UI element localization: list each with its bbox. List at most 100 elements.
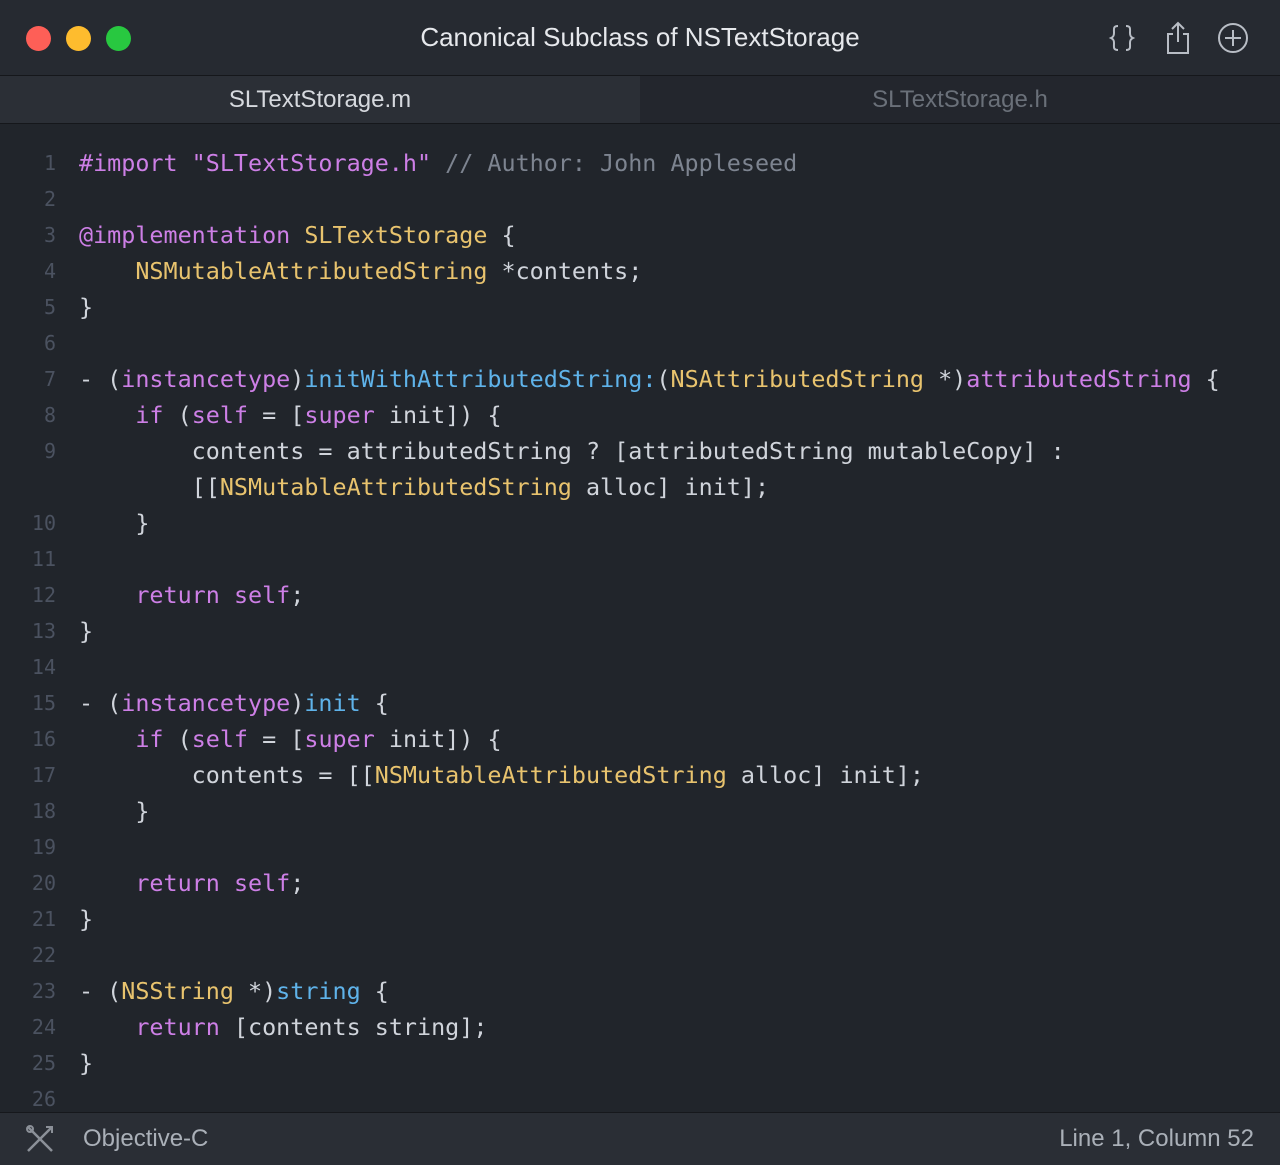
code-token: contents = [[: [79, 761, 375, 789]
code-token: instancetype: [121, 689, 291, 717]
code-token: SLTextStorage: [304, 221, 488, 249]
code-line: 19: [0, 829, 1280, 865]
code-token: NSAttributedString: [670, 365, 924, 393]
code-token: (: [163, 725, 192, 753]
language-selector[interactable]: Objective-C: [83, 1125, 208, 1153]
code-editor[interactable]: 1 #import "SLTextStorage.h" // Author: Jo…: [0, 124, 1280, 1112]
code-token: *): [923, 365, 967, 393]
window-title: Canonical Subclass of NSTextStorage: [420, 22, 860, 52]
code-token: init]) {: [374, 725, 502, 753]
line-number: 4: [43, 259, 56, 283]
code-token: = [: [248, 401, 305, 429]
code-line: 26: [0, 1081, 1280, 1112]
tools-icon[interactable]: [24, 1123, 56, 1155]
line-number: 9: [43, 439, 56, 463]
code-token: - (: [79, 365, 122, 393]
code-line: 18 }: [0, 793, 1280, 829]
line-number: 12: [31, 583, 56, 607]
code-token: instancetype: [121, 365, 291, 393]
code-token: }: [79, 797, 150, 825]
code-line: 6: [0, 325, 1280, 361]
code-token: {: [1191, 365, 1220, 393]
code-text: @implementation SLTextStorage {: [79, 217, 516, 253]
code-token: }: [79, 509, 150, 537]
code-line: 15 - (instancetype)init {: [0, 685, 1280, 721]
code-line: 5}: [0, 289, 1280, 325]
line-number: 7: [43, 367, 56, 391]
code-text: #import "SLTextStorage.h" // Author: Joh…: [79, 145, 797, 181]
braces-icon[interactable]: [1105, 20, 1139, 56]
line-number: 16: [31, 727, 56, 751]
tab-sltextstorage-h[interactable]: SLTextStorage.h: [640, 76, 1280, 123]
code-line: 10 }: [0, 505, 1280, 541]
code-token: self: [233, 869, 291, 897]
code-line: 8 if (self = [super init]) {: [0, 397, 1280, 433]
add-icon[interactable]: [1216, 20, 1250, 56]
code-text: - (instancetype)initWithAttributedString…: [79, 361, 1220, 397]
code-token: super: [304, 401, 375, 429]
code-line: 16 if (self = [super init]) {: [0, 721, 1280, 757]
line-number: 18: [31, 799, 56, 823]
code-text: NSMutableAttributedString *contents;: [79, 253, 642, 289]
line-number: 6: [43, 331, 56, 355]
code-line: 21}: [0, 901, 1280, 937]
code-token: }: [79, 905, 94, 933]
code-line: 11: [0, 541, 1280, 577]
status-bar: Objective-C Line 1, Column 52: [0, 1112, 1280, 1165]
code-line: 20 return self;: [0, 865, 1280, 901]
code-token: = [: [248, 725, 305, 753]
code-token: return: [135, 869, 220, 897]
code-token: - (: [79, 977, 122, 1005]
code-token: #import "SLTextStorage.h": [79, 149, 432, 177]
code-text: - (instancetype)init {: [79, 685, 389, 721]
code-text: - (NSString *)string {: [79, 973, 389, 1009]
line-number: 14: [31, 655, 56, 679]
code-text: }: [79, 505, 149, 541]
editor-window: Canonical Subclass of NSTextStorage SLTe…: [0, 0, 1280, 1165]
line-number: 3: [43, 223, 56, 247]
code-text: if (self = [super init]) {: [79, 721, 502, 757]
code-line: 12 return self;: [0, 577, 1280, 613]
line-number: 1: [43, 151, 56, 175]
code-token: {: [360, 689, 389, 717]
code-token: self: [233, 581, 291, 609]
code-text: }: [79, 1045, 93, 1081]
code-text: return [contents string];: [79, 1009, 487, 1045]
code-token: *contents;: [487, 257, 643, 285]
code-token: // Author: John Appleseed: [445, 149, 798, 177]
code-token: }: [79, 617, 94, 645]
code-token: - (: [79, 689, 122, 717]
code-token: contents = attributedString ? [attribute…: [79, 437, 1065, 465]
tab-bar: SLTextStorage.m SLTextStorage.h: [0, 76, 1280, 124]
share-icon[interactable]: [1161, 20, 1195, 56]
code-token: [[: [79, 473, 220, 501]
code-line: 3 @implementation SLTextStorage {: [0, 217, 1280, 253]
line-number: 17: [31, 763, 56, 787]
line-number: 13: [31, 619, 56, 643]
line-number: 20: [31, 871, 56, 895]
code-text: contents = attributedString ? [attribute…: [79, 433, 1065, 469]
code-token: ): [290, 365, 305, 393]
line-number: 22: [31, 943, 56, 967]
title-bar: Canonical Subclass of NSTextStorage: [0, 0, 1280, 76]
code-token: initWithAttributedString:: [304, 365, 657, 393]
code-line: 25}: [0, 1045, 1280, 1081]
code-token: return: [135, 1013, 220, 1041]
code-text: if (self = [super init]) {: [79, 397, 502, 433]
code-token: NSMutableAttributedString: [135, 257, 488, 285]
code-line: 17 contents = [[NSMutableAttributedStrin…: [0, 757, 1280, 793]
tab-sltextstorage-m[interactable]: SLTextStorage.m: [0, 76, 640, 123]
code-token: *): [233, 977, 277, 1005]
code-token: super: [304, 725, 375, 753]
code-token: init]) {: [374, 401, 502, 429]
line-number: 19: [31, 835, 56, 859]
code-token: self: [191, 401, 249, 429]
code-token: }: [79, 293, 94, 321]
line-number: 23: [31, 979, 56, 1003]
code-token: {: [360, 977, 389, 1005]
